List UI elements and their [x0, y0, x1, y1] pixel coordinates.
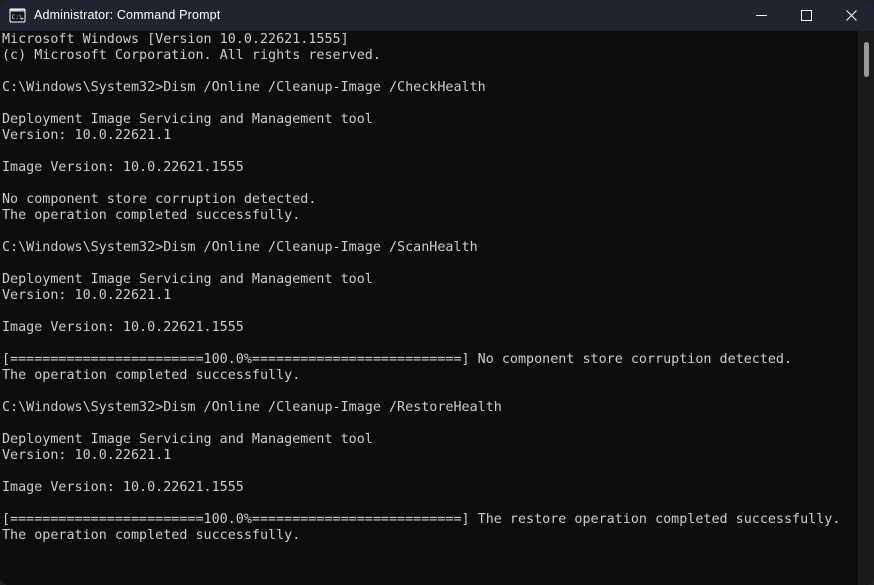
- terminal-line: C:\Windows\System32>Dism /Online /Cleanu…: [2, 80, 486, 95]
- terminal-line: Version: 10.0.22621.1: [2, 128, 172, 143]
- minimize-button[interactable]: [739, 0, 784, 31]
- terminal-scrollbar[interactable]: [858, 31, 874, 585]
- window-controls: [739, 0, 874, 31]
- terminal-line: Version: 10.0.22621.1: [2, 448, 172, 463]
- terminal-line: Deployment Image Servicing and Managemen…: [2, 112, 373, 127]
- command-prompt-window: C:\ Administrator: Command Prompt Micros…: [0, 0, 874, 585]
- terminal-line: C:\Windows\System32>Dism /Online /Cleanu…: [2, 240, 478, 255]
- title-bar[interactable]: C:\ Administrator: Command Prompt: [0, 0, 874, 31]
- console-window-icon: C:\: [9, 8, 26, 23]
- window-title: Administrator: Command Prompt: [34, 8, 221, 22]
- terminal-line: Image Version: 10.0.22621.1555: [2, 320, 244, 335]
- terminal-line: Version: 10.0.22621.1: [2, 288, 172, 303]
- terminal-line: The operation completed successfully.: [2, 208, 301, 223]
- terminal-output[interactable]: Microsoft Windows [Version 10.0.22621.15…: [2, 32, 874, 585]
- svg-text:C:\: C:\: [12, 14, 23, 21]
- terminal-body[interactable]: Microsoft Windows [Version 10.0.22621.15…: [0, 31, 874, 585]
- terminal-line: Deployment Image Servicing and Managemen…: [2, 432, 373, 447]
- terminal-line: The operation completed successfully.: [2, 368, 301, 383]
- close-button[interactable]: [829, 0, 874, 31]
- maximize-button[interactable]: [784, 0, 829, 31]
- terminal-line: Image Version: 10.0.22621.1555: [2, 160, 244, 175]
- terminal-line: Deployment Image Servicing and Managemen…: [2, 272, 373, 287]
- terminal-line: (c) Microsoft Corporation. All rights re…: [2, 48, 381, 63]
- terminal-line: Image Version: 10.0.22621.1555: [2, 480, 244, 495]
- terminal-line: The operation completed successfully.: [2, 528, 301, 543]
- terminal-line: [========================100.0%=========…: [2, 512, 841, 527]
- terminal-line: Microsoft Windows [Version 10.0.22621.15…: [2, 32, 349, 47]
- terminal-line: [========================100.0%=========…: [2, 352, 793, 367]
- title-bar-left: C:\ Administrator: Command Prompt: [0, 0, 739, 31]
- terminal-line: C:\Windows\System32>Dism /Online /Cleanu…: [2, 400, 502, 415]
- terminal-line: No component store corruption detected.: [2, 192, 317, 207]
- scrollbar-thumb[interactable]: [864, 42, 869, 77]
